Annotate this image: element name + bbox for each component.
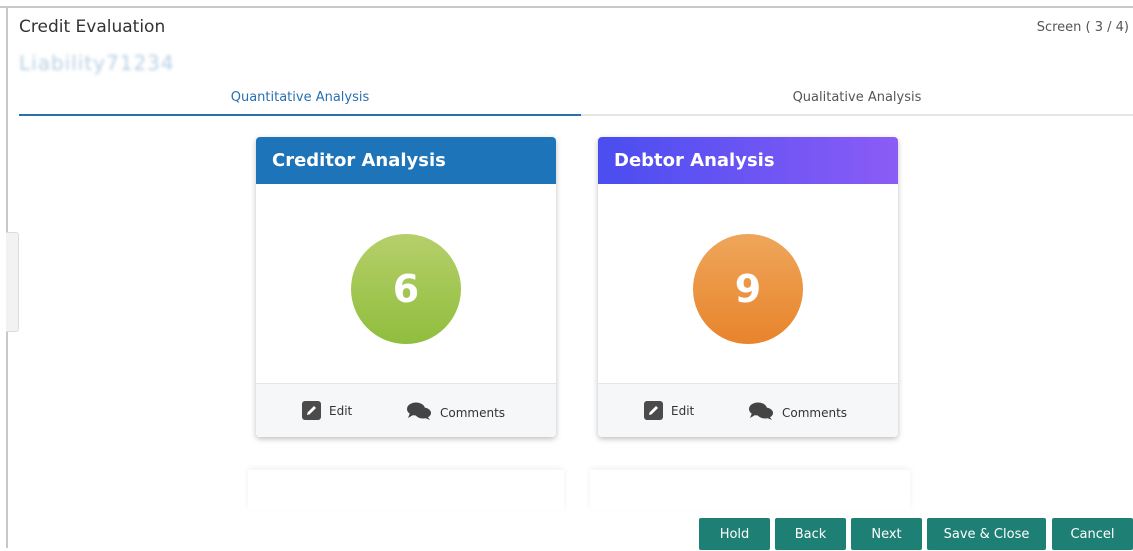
cancel-button[interactable]: Cancel xyxy=(1052,518,1133,550)
pencil-icon xyxy=(302,401,321,420)
tab-qualitative-analysis[interactable]: Qualitative Analysis xyxy=(581,86,1133,116)
card-footer: Edit Comments xyxy=(256,383,556,437)
card-body: 9 xyxy=(598,184,898,384)
application-id: Liability71234 xyxy=(19,51,175,75)
card-title: Debtor Analysis xyxy=(598,137,898,184)
comments-icon xyxy=(406,401,432,424)
count-badge: 6 xyxy=(351,234,461,344)
creditor-analysis-card: Creditor Analysis 6 Edit Comments xyxy=(256,137,556,437)
comments-label: Comments xyxy=(440,405,506,420)
next-button[interactable]: Next xyxy=(851,518,922,550)
back-button[interactable]: Back xyxy=(775,518,846,550)
edit-label: Edit xyxy=(671,403,695,418)
comments-button[interactable]: Comments xyxy=(406,401,505,424)
top-border xyxy=(0,0,1133,8)
screen-indicator: Screen ( 3 / 4) xyxy=(1036,20,1129,35)
count-badge: 9 xyxy=(693,234,803,344)
comments-label: Comments xyxy=(782,405,848,420)
edit-button[interactable]: Edit xyxy=(302,401,352,420)
page-title: Credit Evaluation xyxy=(19,17,166,37)
debtor-analysis-card: Debtor Analysis 9 Edit Comments xyxy=(598,137,898,437)
partial-card xyxy=(590,470,910,510)
comments-button[interactable]: Comments xyxy=(748,401,847,424)
tab-bar: Quantitative Analysis Qualitative Analys… xyxy=(19,86,1133,116)
card-footer: Edit Comments xyxy=(598,383,898,437)
tab-quantitative-analysis[interactable]: Quantitative Analysis xyxy=(19,86,581,116)
edit-button[interactable]: Edit xyxy=(644,401,694,420)
card-body: 6 xyxy=(256,184,556,384)
side-panel-handle[interactable] xyxy=(6,232,19,332)
edit-label: Edit xyxy=(329,403,353,418)
hold-button[interactable]: Hold xyxy=(699,518,770,550)
save-close-button[interactable]: Save & Close xyxy=(927,518,1046,550)
partial-card xyxy=(248,470,564,510)
card-title: Creditor Analysis xyxy=(256,137,556,184)
comments-icon xyxy=(748,401,774,424)
pencil-icon xyxy=(644,401,663,420)
